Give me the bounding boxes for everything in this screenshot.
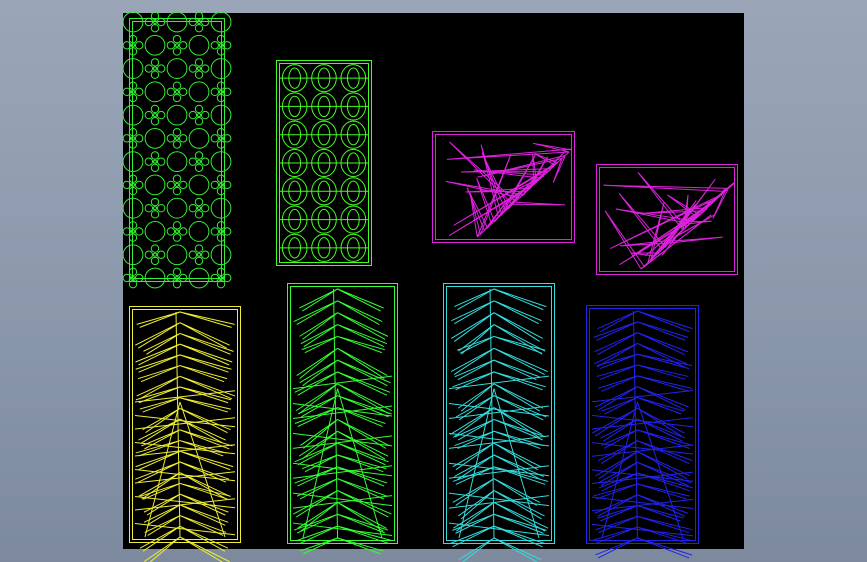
- panel-1-pattern: [122, 11, 232, 289]
- panel-2[interactable]: [276, 60, 372, 266]
- panel-8-pattern: [586, 305, 699, 559]
- panel-3-pattern: [432, 131, 575, 243]
- panel-4-pattern: [596, 164, 738, 275]
- panel-5[interactable]: [129, 306, 241, 562]
- panel-6[interactable]: [287, 283, 398, 555]
- panel-6-pattern: [287, 283, 398, 555]
- panel-7[interactable]: [443, 283, 555, 562]
- panel-1[interactable]: [122, 11, 232, 289]
- panel-5-pattern: [129, 306, 241, 562]
- panel-3[interactable]: [432, 131, 575, 243]
- panel-4[interactable]: [596, 164, 738, 275]
- panel-2-pattern: [276, 60, 372, 266]
- drawing-canvas[interactable]: [122, 11, 744, 562]
- panel-7-pattern: [443, 283, 555, 562]
- panel-8[interactable]: [586, 305, 699, 559]
